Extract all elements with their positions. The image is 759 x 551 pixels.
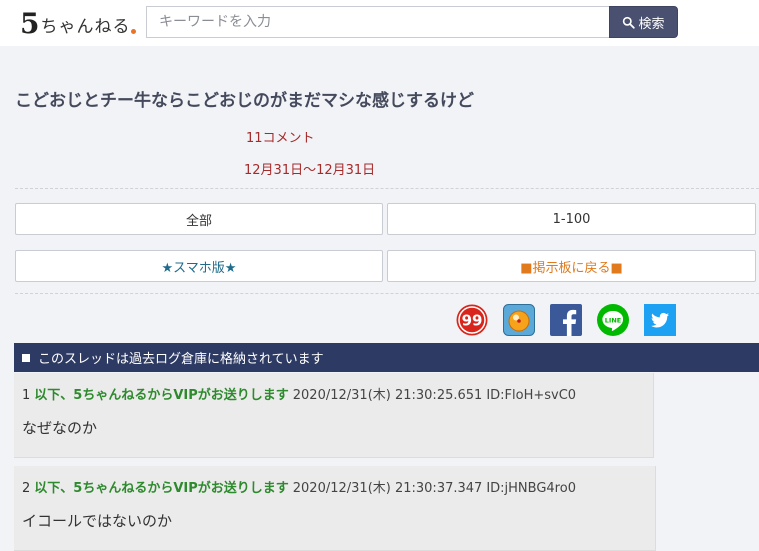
post-item: 1 以下、5ちゃんねるからVIPがお送りします 2020/12/31(木) 21:3… bbox=[14, 373, 654, 458]
search-icon bbox=[623, 16, 636, 29]
archive-notice-banner: このスレッドは過去ログ倉庫に格納されています bbox=[14, 343, 759, 372]
logo-five: 5 bbox=[20, 7, 40, 40]
comment-count: 11コメント bbox=[246, 131, 315, 146]
range-1-100-button[interactable]: 1-100 bbox=[387, 203, 756, 235]
show-all-button[interactable]: 全部 bbox=[15, 203, 383, 235]
post-user-id[interactable]: ID:jHNBG4ro0 bbox=[486, 481, 576, 496]
ball-icon bbox=[503, 304, 535, 336]
post-header: 1 以下、5ちゃんねるからVIPがお送りします 2020/12/31(木) 21:3… bbox=[22, 384, 576, 403]
search-button[interactable]: 検索 bbox=[609, 6, 678, 38]
post-body: なぜなのか bbox=[22, 419, 98, 437]
logo-text: ちゃんねる bbox=[40, 17, 131, 37]
post-author-name: 以下、5ちゃんねるからVIPがお送りします bbox=[34, 388, 289, 403]
site-logo[interactable]: 5 ちゃんねる bbox=[20, 6, 137, 40]
post-body: イコールではないのか bbox=[22, 512, 173, 530]
smartphone-version-button[interactable]: ★スマホ版★ bbox=[15, 250, 383, 282]
square-icon bbox=[22, 353, 30, 362]
show-all-label: 全部 bbox=[185, 213, 212, 229]
post-author-name: 以下、5ちゃんねるからVIPがお送りします bbox=[34, 481, 289, 496]
back-to-board-button[interactable]: ■掲示板に戻る■ bbox=[387, 250, 756, 282]
search-input[interactable] bbox=[146, 6, 610, 38]
post-header: 2 以下、5ちゃんねるからVIPがお送りします 2020/12/31(木) 21:3… bbox=[22, 477, 576, 496]
post-user-id[interactable]: ID:FloH+svC0 bbox=[486, 388, 576, 403]
twitter-icon bbox=[644, 304, 676, 336]
archive-notice-text: このスレッドは過去ログ倉庫に格納されています bbox=[38, 352, 324, 367]
share-99-button[interactable]: 99 bbox=[456, 304, 488, 336]
post-date: 2020/12/31(木) 21:30:25.651 bbox=[292, 388, 483, 403]
line-text: LINE bbox=[605, 317, 621, 325]
site-header: 5 ちゃんねる 検索 bbox=[0, 0, 759, 46]
date-range: 12月31日～12月31日 bbox=[244, 163, 376, 178]
smartphone-label: ★スマホ版★ bbox=[161, 260, 237, 276]
thread-title: こどおじとチー牛ならこどおじのがまだマシな感じするけど bbox=[15, 91, 474, 111]
post-item: 2 以下、5ちゃんねるからVIPがお送りします 2020/12/31(木) 21:3… bbox=[14, 466, 656, 551]
range-label: 1-100 bbox=[552, 211, 591, 227]
share-line-button[interactable]: LINE bbox=[597, 304, 629, 336]
ninety-nine-text: 99 bbox=[462, 312, 483, 330]
board-label: ■掲示板に戻る■ bbox=[520, 260, 623, 276]
share-ball-button[interactable] bbox=[503, 304, 535, 336]
divider-middle bbox=[15, 293, 759, 294]
post-date: 2020/12/31(木) 21:30:37.347 bbox=[292, 481, 483, 496]
search-button-label: 検索 bbox=[638, 16, 665, 32]
ninety-nine-icon: 99 bbox=[456, 304, 488, 336]
line-icon: LINE bbox=[597, 304, 629, 336]
post-number[interactable]: 1 bbox=[22, 388, 30, 403]
share-twitter-button[interactable] bbox=[644, 304, 676, 336]
post-number[interactable]: 2 bbox=[22, 481, 30, 496]
facebook-icon bbox=[550, 304, 582, 336]
divider-top bbox=[15, 188, 759, 189]
logo-dot-icon bbox=[131, 29, 137, 34]
share-facebook-button[interactable] bbox=[550, 304, 582, 336]
